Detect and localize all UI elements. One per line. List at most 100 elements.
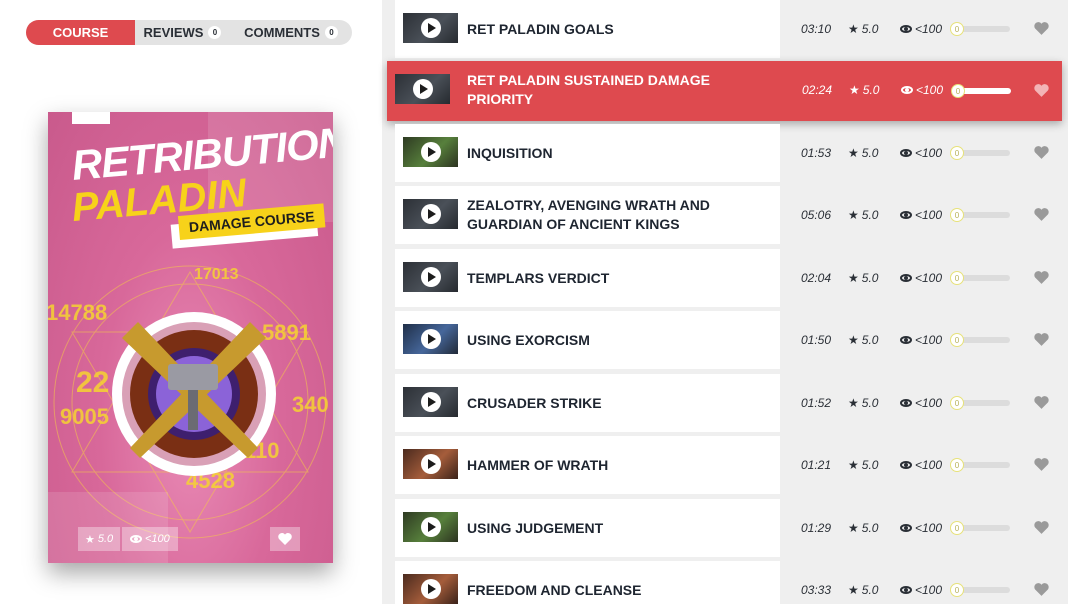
heart-icon[interactable]: [1033, 457, 1050, 472]
lesson-title[interactable]: INQUISITION: [467, 124, 777, 182]
play-icon[interactable]: [420, 392, 441, 412]
lesson-title[interactable]: FREEDOM AND CLEANSE: [467, 561, 777, 604]
progress-track: [956, 525, 1010, 531]
cover-views-value: <100: [145, 533, 170, 545]
lesson-duration: 02:24: [802, 83, 833, 97]
lesson-views: <100: [900, 561, 942, 604]
star-icon: ★: [848, 208, 859, 222]
damage-number: 14788: [48, 300, 108, 325]
lesson-rating: ★ 5.0: [848, 499, 878, 557]
tab-course-label: COURSE: [52, 25, 109, 40]
lesson-rating-value: 5.0: [862, 83, 880, 97]
lesson-title[interactable]: USING JUDGEMENT: [467, 499, 777, 557]
lesson-rating: ★ 5.0: [848, 249, 878, 307]
lesson-title[interactable]: HAMMER OF WRATH: [467, 436, 777, 494]
progress-value: 0: [950, 208, 964, 222]
progress-value: 0: [950, 333, 964, 347]
play-icon[interactable]: [420, 18, 441, 38]
lesson-thumbnail[interactable]: [403, 449, 458, 479]
play-icon[interactable]: [420, 204, 441, 224]
play-icon[interactable]: [420, 454, 441, 474]
lesson-title[interactable]: ZEALOTRY, AVENGING WRATH AND GUARDIAN OF…: [467, 186, 777, 244]
lesson-progress-bar: 0: [950, 521, 1010, 535]
play-icon[interactable]: [420, 517, 441, 537]
lesson-title[interactable]: RET PALADIN GOALS: [467, 0, 777, 58]
progress-value: 0: [951, 84, 965, 98]
heart-icon[interactable]: [1033, 145, 1050, 160]
heart-icon[interactable]: [1033, 520, 1050, 535]
heart-icon[interactable]: [1033, 207, 1050, 222]
lesson-row[interactable]: HAMMER OF WRATH 01:21 ★ 5.0 <100 0: [395, 436, 1067, 494]
lesson-row[interactable]: FREEDOM AND CLEANSE 03:33 ★ 5.0 <100 0: [395, 561, 1067, 604]
tab-reviews-label: REVIEWS: [143, 25, 204, 40]
heart-icon[interactable]: [1033, 21, 1050, 36]
lesson-progress-bar: 0: [950, 333, 1010, 347]
lesson-thumbnail[interactable]: [403, 574, 458, 604]
lesson-row[interactable]: USING JUDGEMENT 01:29 ★ 5.0 <100 0: [395, 499, 1067, 557]
star-icon: ★: [848, 271, 859, 285]
lesson-row[interactable]: ZEALOTRY, AVENGING WRATH AND GUARDIAN OF…: [395, 186, 1067, 244]
lesson-thumbnail[interactable]: [403, 262, 458, 292]
lesson-duration: 05:06: [801, 208, 832, 222]
lesson-views-value: <100: [915, 146, 943, 160]
lesson-progress-bar: 0: [950, 22, 1010, 36]
lesson-row[interactable]: RET PALADIN SUSTAINED DAMAGE PRIORITY 02:…: [387, 61, 1062, 121]
star-icon: ★: [85, 533, 95, 546]
eye-icon: [900, 149, 912, 157]
eye-icon: [900, 586, 912, 594]
lesson-views: <100: [900, 374, 942, 432]
lesson-thumbnail[interactable]: [403, 199, 458, 229]
progress-value: 0: [950, 583, 964, 597]
heart-icon[interactable]: [1033, 582, 1050, 597]
lesson-row[interactable]: RET PALADIN GOALS 03:10 ★ 5.0 <100 0: [395, 0, 1067, 58]
play-icon[interactable]: [412, 79, 433, 99]
lesson-title[interactable]: RET PALADIN SUSTAINED DAMAGE PRIORITY: [467, 61, 777, 119]
tab-reviews[interactable]: REVIEWS 0: [135, 20, 230, 45]
play-icon[interactable]: [420, 267, 441, 287]
damage-number: 22: [76, 366, 110, 399]
lesson-duration: 03:33: [801, 583, 832, 597]
star-icon: ★: [848, 333, 859, 347]
lesson-views: <100: [901, 61, 943, 119]
lesson-thumbnail[interactable]: [395, 74, 450, 104]
play-icon[interactable]: [420, 142, 441, 162]
lesson-views-value: <100: [915, 271, 943, 285]
lesson-rating-value: 5.0: [861, 333, 879, 347]
play-icon[interactable]: [420, 329, 441, 349]
progress-track: [956, 212, 1010, 218]
progress-value: 0: [950, 521, 964, 535]
tab-course[interactable]: COURSE: [26, 20, 135, 45]
cover-favorite-button[interactable]: [270, 527, 300, 551]
lesson-thumbnail[interactable]: [403, 137, 458, 167]
lesson-title[interactable]: TEMPLARS VERDICT: [467, 249, 777, 307]
heart-icon[interactable]: [1033, 270, 1050, 285]
lesson-thumbnail[interactable]: [403, 387, 458, 417]
play-icon[interactable]: [420, 579, 441, 599]
heart-icon[interactable]: [1033, 83, 1050, 98]
lesson-duration: 01:52: [801, 396, 832, 410]
lesson-title[interactable]: USING EXORCISM: [467, 311, 777, 369]
lesson-thumbnail[interactable]: [403, 512, 458, 542]
lesson-views: <100: [900, 436, 942, 494]
heart-icon[interactable]: [1033, 332, 1050, 347]
lesson-row[interactable]: INQUISITION 01:53 ★ 5.0 <100 0: [395, 124, 1067, 182]
tab-comments[interactable]: COMMENTS 0: [230, 20, 352, 45]
lesson-thumbnail[interactable]: [403, 324, 458, 354]
lesson-thumbnail[interactable]: [403, 13, 458, 43]
eye-icon: [130, 535, 142, 543]
lesson-rating-value: 5.0: [861, 22, 879, 36]
lesson-title[interactable]: CRUSADER STRIKE: [467, 374, 777, 432]
eye-icon: [900, 336, 912, 344]
lesson-row[interactable]: USING EXORCISM 01:50 ★ 5.0 <100 0: [395, 311, 1067, 369]
lesson-row[interactable]: TEMPLARS VERDICT 02:04 ★ 5.0 <100 0: [395, 249, 1067, 307]
lesson-views-value: <100: [915, 583, 943, 597]
lesson-rating-value: 5.0: [861, 583, 879, 597]
heart-icon[interactable]: [1033, 395, 1050, 410]
lesson-rating-value: 5.0: [861, 146, 879, 160]
eye-icon: [900, 274, 912, 282]
star-icon: ★: [848, 521, 859, 535]
lesson-views-value: <100: [915, 521, 943, 535]
progress-track: [956, 26, 1010, 32]
lesson-row[interactable]: CRUSADER STRIKE 01:52 ★ 5.0 <100 0: [395, 374, 1067, 432]
lesson-progress-bar: 0: [950, 146, 1010, 160]
